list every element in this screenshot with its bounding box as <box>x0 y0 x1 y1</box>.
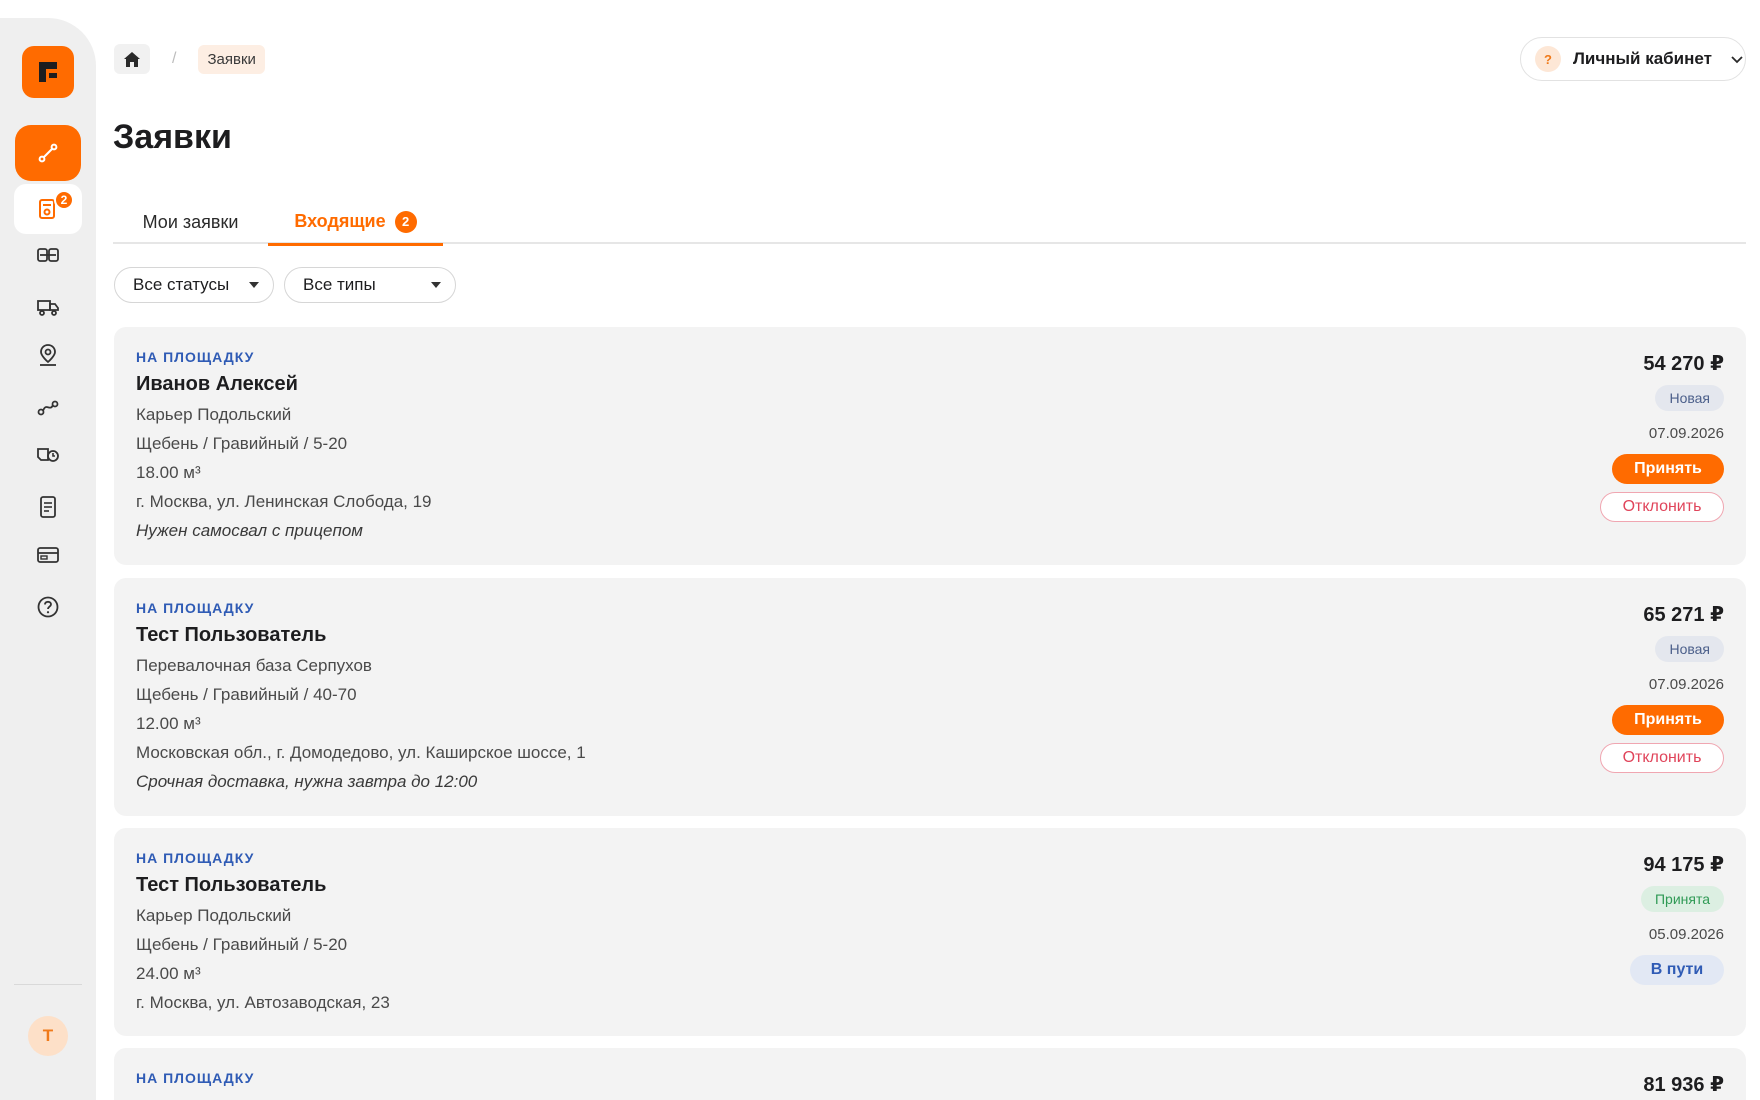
tab-my-orders[interactable]: Мои заявки <box>113 200 268 244</box>
sidebar: 2 Т <box>0 18 96 1100</box>
page-title: Заявки <box>113 118 232 156</box>
personal-cabinet-button[interactable]: ? Личный кабинет <box>1520 37 1746 81</box>
order-card[interactable]: НА ПЛОЩАДКУ Тест Пользователь Карьер Под… <box>114 828 1746 1036</box>
status-filter-select[interactable]: Все статусы <box>114 267 274 303</box>
tab-incoming[interactable]: Входящие 2 <box>268 200 443 246</box>
order-source: Перевалочная база Серпухов <box>136 656 372 675</box>
sidebar-item-payments[interactable] <box>14 530 82 580</box>
logo[interactable] <box>22 46 74 98</box>
order-source: Карьер Подольский <box>136 906 292 925</box>
order-kind: НА ПЛОЩАДКУ <box>136 349 255 365</box>
tabs: Мои заявки Входящие 2 <box>113 200 1746 246</box>
order-material: Щебень / Гравийный / 5-20 <box>136 434 348 453</box>
sidebar-item-routes[interactable] <box>14 382 82 432</box>
order-date: 05.09.2026 <box>1648 926 1724 943</box>
sidebar-item-trucks[interactable] <box>14 282 82 332</box>
order-card[interactable]: НА ПЛОЩАДКУ 81 936 ₽ <box>114 1048 1746 1100</box>
order-address: г. Москва, ул. Автозаводская, 23 <box>136 993 390 1012</box>
order-card[interactable]: НА ПЛОЩАДКУ Иванов Алексей Карьер Подоль… <box>114 327 1746 565</box>
order-address: Московская обл., г. Домодедово, ул. Каши… <box>136 743 586 762</box>
sidebar-item-locations[interactable] <box>14 330 82 380</box>
sidebar-item-documents[interactable] <box>14 482 82 532</box>
personal-cabinet-label: Личный кабинет <box>1573 49 1712 68</box>
sidebar-divider <box>14 984 82 985</box>
sidebar-item-orders[interactable]: 2 <box>14 184 82 234</box>
status-filter-value: Все статусы <box>133 275 230 294</box>
logo-icon <box>39 62 57 82</box>
caret-down-icon <box>249 282 259 288</box>
order-material: Щебень / Гравийный / 5-20 <box>136 935 348 954</box>
order-date: 07.09.2026 <box>1648 425 1724 442</box>
orders-count-badge: 2 <box>54 190 74 210</box>
order-volume: 18.00 м³ <box>136 463 201 482</box>
contracts-icon <box>37 248 59 262</box>
type-filter-value: Все типы <box>303 275 376 294</box>
breadcrumb-separator: / <box>172 50 177 67</box>
accept-button[interactable]: Принять <box>1612 454 1724 484</box>
new-route-button[interactable] <box>15 125 81 181</box>
order-kind: НА ПЛОЩАДКУ <box>136 1070 255 1086</box>
order-volume: 12.00 м³ <box>136 714 201 733</box>
sidebar-item-fleet-schedule[interactable] <box>14 430 82 480</box>
tab-incoming-count: 2 <box>394 210 417 233</box>
status-badge: Принята <box>1640 886 1724 912</box>
order-price: 94 175 ₽ <box>1643 854 1724 876</box>
type-filter-select[interactable]: Все типы <box>284 267 456 303</box>
order-customer-name: Тест Пользователь <box>136 874 327 896</box>
caret-down-icon <box>431 282 441 288</box>
tab-my-orders-label: Мои заявки <box>142 211 239 232</box>
sidebar-item-contracts[interactable] <box>14 230 82 280</box>
order-price: 81 936 ₽ <box>1643 1074 1724 1096</box>
breadcrumb-home[interactable] <box>114 44 150 74</box>
reject-button[interactable]: Отклонить <box>1600 743 1724 773</box>
help-icon <box>37 596 59 618</box>
order-price: 65 271 ₽ <box>1643 604 1724 626</box>
home-icon <box>124 51 140 67</box>
reject-button[interactable]: Отклонить <box>1600 492 1724 522</box>
order-comment: Нужен самосвал с прицепом <box>136 521 363 540</box>
order-volume: 24.00 м³ <box>136 964 201 983</box>
order-address: г. Москва, ул. Ленинская Слобода, 19 <box>136 492 432 511</box>
breadcrumb-current: Заявки <box>198 44 265 74</box>
fleet-clock-icon <box>37 448 59 462</box>
trucks-icon <box>37 300 59 316</box>
order-customer-name: Иванов Алексей <box>136 373 298 395</box>
payment-card-icon <box>37 547 59 563</box>
order-kind: НА ПЛОЩАДКУ <box>136 850 255 866</box>
order-card[interactable]: НА ПЛОЩАДКУ Тест Пользователь Перевалочн… <box>114 578 1746 816</box>
location-pin-icon <box>40 344 56 366</box>
order-date: 07.09.2026 <box>1648 676 1724 693</box>
in-transit-button[interactable]: В пути <box>1630 955 1724 985</box>
order-kind: НА ПЛОЩАДКУ <box>136 600 255 616</box>
order-comment: Срочная доставка, нужна завтра до 12:00 <box>136 772 478 791</box>
order-material: Щебень / Гравийный / 40-70 <box>136 685 357 704</box>
accept-button[interactable]: Принять <box>1612 705 1724 735</box>
documents-icon <box>40 496 56 518</box>
sidebar-item-help[interactable] <box>14 582 82 632</box>
tab-incoming-label: Входящие <box>294 211 386 231</box>
status-badge: Новая <box>1655 636 1724 662</box>
route-icon <box>38 143 58 163</box>
breadcrumb: / Заявки <box>114 44 265 74</box>
chevron-down-icon <box>1731 56 1743 64</box>
status-badge: Новая <box>1655 385 1724 411</box>
routes-icon <box>37 400 59 416</box>
order-source: Карьер Подольский <box>136 405 292 424</box>
question-icon: ? <box>1535 46 1561 72</box>
order-price: 54 270 ₽ <box>1643 353 1724 375</box>
avatar[interactable]: Т <box>28 1016 68 1056</box>
order-customer-name: Тест Пользователь <box>136 624 327 646</box>
